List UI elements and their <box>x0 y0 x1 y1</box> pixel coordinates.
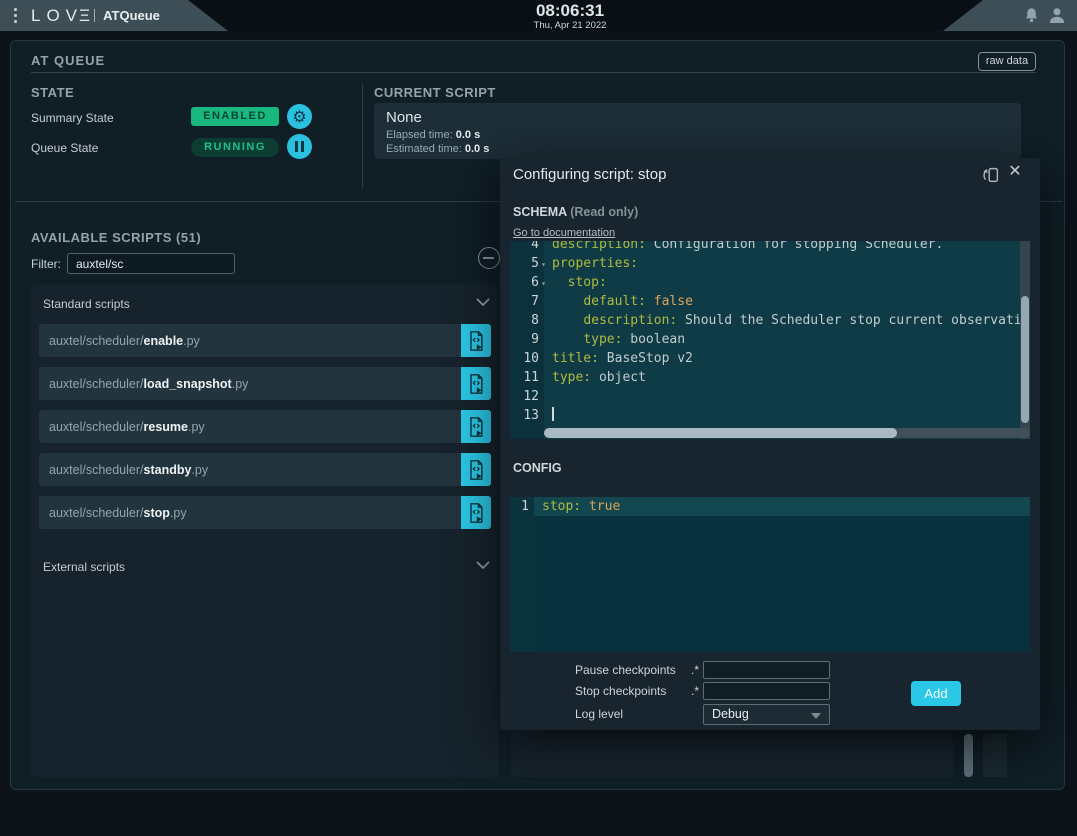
scripts-container: Standard scripts auxtel/scheduler/enable… <box>31 284 499 777</box>
stop-checkpoints-input[interactable] <box>703 682 830 700</box>
topbar-right-panel <box>940 0 1077 31</box>
script-row[interactable]: auxtel/scheduler/standby.py <box>39 453 491 486</box>
standard-scripts-group[interactable]: Standard scripts <box>43 297 130 311</box>
layout-toggle-icon[interactable] <box>980 165 1002 185</box>
code-line: description: Configuration for stopping … <box>544 241 1030 254</box>
header-divider <box>31 72 1036 73</box>
config-heading: CONFIG <box>513 461 562 475</box>
logo-divider <box>94 9 95 22</box>
filter-label: Filter: <box>31 257 61 271</box>
schema-hscroll-thumb[interactable] <box>544 428 897 438</box>
summary-state-config-button[interactable]: ⚙ <box>287 104 312 129</box>
clock-time: 08:06:31 <box>505 1 635 21</box>
add-button[interactable]: Add <box>911 681 961 706</box>
script-launch-icon[interactable] <box>461 410 491 443</box>
available-scripts-heading: AVAILABLE SCRIPTS (51) <box>31 230 201 245</box>
line-number: 11 <box>510 368 544 387</box>
script-row[interactable]: auxtel/scheduler/stop.py <box>39 496 491 529</box>
schema-vscroll-thumb[interactable] <box>1021 296 1029 423</box>
line-number: 1 <box>510 497 534 516</box>
script-launch-icon[interactable] <box>461 324 491 357</box>
script-launch-icon[interactable] <box>461 496 491 529</box>
script-row[interactable]: auxtel/scheduler/load_snapshot.py <box>39 367 491 400</box>
modal-title: Configuring script: stop <box>513 166 666 183</box>
chevron-down-icon[interactable] <box>475 560 491 570</box>
line-number: 8 <box>510 311 544 330</box>
pause-queue-button[interactable] <box>287 134 312 159</box>
code-line: type: boolean <box>544 330 1030 349</box>
line-number: 13 <box>510 406 544 425</box>
current-script-name: None <box>386 109 422 126</box>
script-row[interactable]: auxtel/scheduler/resume.py <box>39 410 491 443</box>
elapsed-time: Elapsed time: 0.0 s <box>386 129 480 141</box>
script-name: auxtel/scheduler/standby.py <box>39 463 461 477</box>
summary-state-badge: ENABLED <box>191 107 279 126</box>
close-icon[interactable]: ✕ <box>1006 163 1024 181</box>
script-launch-icon[interactable] <box>461 367 491 400</box>
config-editor[interactable]: 1 stop: true <box>510 497 1030 652</box>
top-bar: LOVΞ ATQueue 08:06:31 Thu, Apr 21 2022 <box>0 0 1077 31</box>
queue-state-badge: RUNNING <box>191 138 279 157</box>
clock: 08:06:31 Thu, Apr 21 2022 <box>505 0 635 31</box>
raw-data-button[interactable]: raw data <box>978 52 1036 71</box>
schema-heading: SCHEMA (Read only) <box>513 205 638 219</box>
dropdown-caret-icon <box>811 713 821 719</box>
line-number: 9 <box>510 330 544 349</box>
pause-icon <box>295 141 304 152</box>
script-name: auxtel/scheduler/resume.py <box>39 420 461 434</box>
configure-script-modal: Configuring script: stop ✕ SCHEMA (Read … <box>500 158 1040 730</box>
current-script-heading: CURRENT SCRIPT <box>374 85 496 100</box>
script-launch-icon[interactable] <box>461 453 491 486</box>
bell-icon[interactable] <box>1023 6 1040 25</box>
gear-icon: ⚙ <box>292 109 306 125</box>
code-line: properties: <box>544 254 1030 273</box>
chevron-down-icon[interactable] <box>475 297 491 307</box>
script-row[interactable]: auxtel/scheduler/enable.py <box>39 324 491 357</box>
panel-title: AT QUEUE <box>31 53 105 68</box>
column-divider <box>362 83 363 189</box>
line-number: 5▾ <box>510 254 544 273</box>
pause-checkpoints-input[interactable] <box>703 661 830 679</box>
background-scrollbar[interactable] <box>964 734 973 777</box>
queue-state-label: Queue State <box>31 141 98 155</box>
state-heading: STATE <box>31 85 74 100</box>
menu-dots-icon[interactable] <box>14 8 17 23</box>
background-panel-strip <box>511 731 953 777</box>
summary-state-label: Summary State <box>31 111 114 125</box>
collapse-minus-icon[interactable] <box>478 247 500 269</box>
topbar-left-panel: LOVΞ ATQueue <box>0 0 230 31</box>
script-name: auxtel/scheduler/load_snapshot.py <box>39 377 461 391</box>
code-line <box>544 387 1030 406</box>
code-line: stop: true <box>534 497 1030 516</box>
log-level-select[interactable]: Debug <box>703 704 830 725</box>
external-scripts-group[interactable]: External scripts <box>43 560 125 574</box>
estimated-time: Estimated time: 0.0 s <box>386 143 489 155</box>
background-block <box>983 734 1007 777</box>
user-icon[interactable] <box>1047 5 1067 26</box>
pause-checkpoints-label: Pause checkpoints.* <box>575 663 699 678</box>
line-number: 12 <box>510 387 544 406</box>
line-number: 10 <box>510 349 544 368</box>
line-number: 6▾ <box>510 273 544 292</box>
filter-input[interactable] <box>67 253 235 274</box>
current-script-card: None Elapsed time: 0.0 s Estimated time:… <box>374 103 1021 159</box>
code-line: default: false <box>544 292 1030 311</box>
stop-checkpoints-label: Stop checkpoints.* <box>575 684 699 699</box>
clock-date: Thu, Apr 21 2022 <box>505 21 635 31</box>
line-number: 4 <box>510 241 544 254</box>
code-line <box>544 406 1030 425</box>
script-name: auxtel/scheduler/enable.py <box>39 334 461 348</box>
code-line: type: object <box>544 368 1030 387</box>
documentation-link[interactable]: Go to documentation <box>513 227 615 239</box>
script-name: auxtel/scheduler/stop.py <box>39 506 461 520</box>
code-line: stop: <box>544 273 1030 292</box>
schema-editor[interactable]: 45▾6▾78910111213 description: Configurat… <box>510 241 1030 439</box>
log-level-label: Log level <box>575 707 699 722</box>
app-title: ATQueue <box>103 8 160 23</box>
line-number: 7 <box>510 292 544 311</box>
love-logo: LOVΞ <box>31 6 90 26</box>
code-line: description: Should the Scheduler stop c… <box>544 311 1030 330</box>
code-line: title: BaseStop v2 <box>544 349 1030 368</box>
